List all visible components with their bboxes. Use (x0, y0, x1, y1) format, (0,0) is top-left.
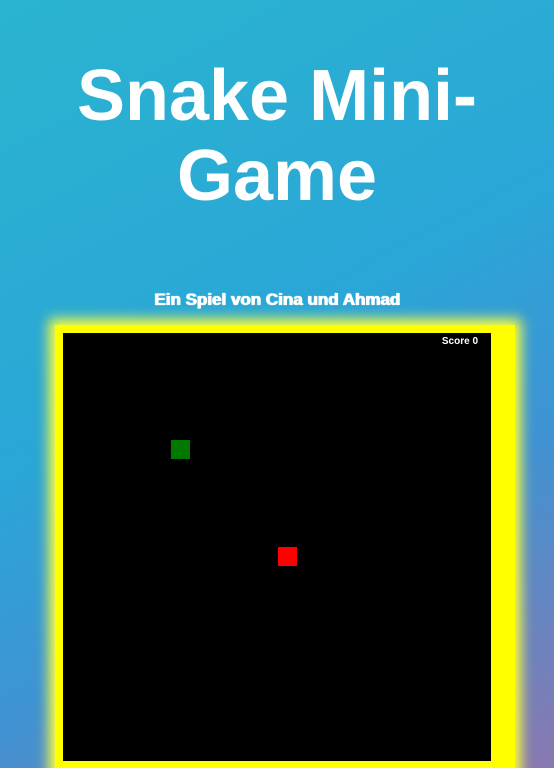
score-value: 0 (472, 336, 478, 347)
page-title: Snake Mini-Game (76, 56, 478, 216)
page-subtitle: Ein Spiel von Cina und Ahmad (154, 290, 400, 309)
score-label: Score (441, 336, 470, 347)
score-display: Score 0 (442, 335, 478, 349)
game-board[interactable]: Score 0 (63, 333, 491, 761)
food-item (171, 440, 190, 459)
snake-head (278, 547, 297, 566)
